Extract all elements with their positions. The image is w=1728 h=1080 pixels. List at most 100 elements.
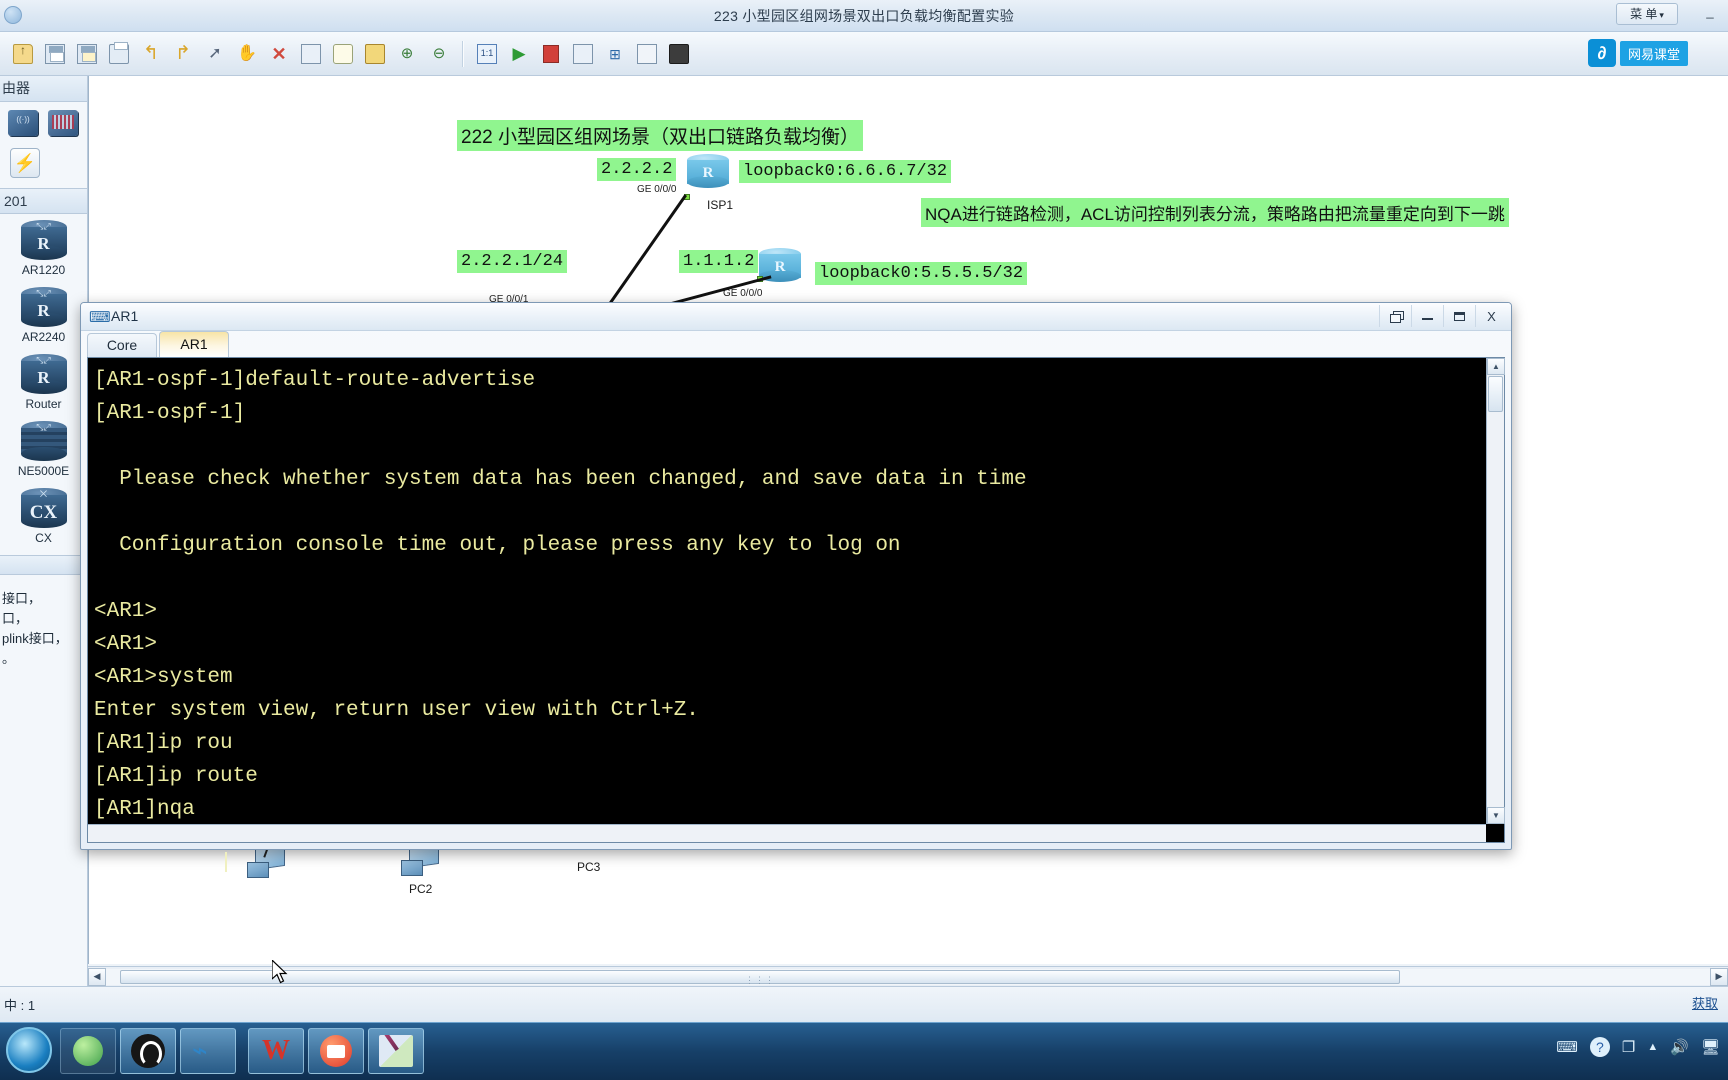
terminal-container[interactable]: [AR1-ospf-1]default-route-advertise [AR1… (87, 357, 1505, 903)
node-isp1[interactable]: R (687, 154, 729, 192)
pc2-label: PC2 (409, 882, 433, 896)
node-isp1-label: ISP1 (707, 198, 734, 212)
tab-ar1[interactable]: AR1 (159, 331, 229, 357)
taskbar-ensp[interactable]: ⌁ (180, 1028, 236, 1074)
add-text-icon[interactable] (360, 39, 390, 69)
tab-core[interactable]: Core (87, 333, 157, 357)
tray-network-icon[interactable]: 🖥 (1701, 1038, 1720, 1056)
restore-button[interactable] (1379, 305, 1411, 327)
taskbar-recorder[interactable] (308, 1028, 364, 1074)
wps-icon: W (262, 1035, 290, 1066)
iface-isp1-ge000: GE 0/0/0 (637, 184, 677, 195)
device-sidebar: 由器 ⚡ 201 ⤡⤢R AR1220 ⤡⤢R (0, 76, 88, 1022)
topology-tree-icon[interactable]: ⊞ (600, 39, 630, 69)
sidebar-description: 接口， 口， plink接口， 。 (0, 575, 87, 669)
diagram-title-label: 222 小型园区组网场景（双出口链路负载均衡） (457, 120, 863, 151)
save-as-icon[interactable] (72, 39, 102, 69)
zoom-reset-icon[interactable]: 1:1 (472, 39, 502, 69)
ensp-main-window: 223 小型园区组网场景双出口负载均衡配置实验 菜 单▾ _ ↰ ↱ ➚ ✋ ✕… (0, 0, 1728, 1022)
scroll-right-icon[interactable]: ▶ (1710, 967, 1728, 986)
sidebar-item-label: Router (25, 397, 62, 411)
sidebar-item-router[interactable]: ⤡⤢ R Router (0, 354, 87, 411)
app-minimize-button[interactable]: _ (1702, 5, 1718, 20)
screen-root: 223 小型园区组网场景双出口负载均衡配置实验 菜 单▾ _ ↰ ↱ ➚ ✋ ✕… (0, 0, 1728, 1080)
sidebar-top-icons (0, 102, 87, 136)
watermark-text: 网易课堂 (1620, 40, 1689, 66)
tray-show-hidden-icon[interactable]: ▲ (1647, 1041, 1658, 1053)
label-ar1-ge001: 2.2.2.1/24 (457, 250, 568, 273)
router-icon: ⤡⤢ R (20, 354, 67, 396)
pc-icon[interactable] (247, 836, 287, 880)
close-button[interactable]: X (1475, 305, 1507, 327)
start-all-icon[interactable]: ▶ (504, 39, 534, 69)
zoom-out-icon[interactable]: ⊖ (424, 39, 454, 69)
sidebar-description-line: 。 (2, 651, 16, 666)
console-title-icon: ⌨ (89, 309, 111, 326)
taskbar-start[interactable] (6, 1027, 52, 1073)
label-isp1-ip: 2.2.2.2 (597, 158, 677, 181)
vscroll-thumb[interactable] (1488, 376, 1503, 412)
add-note-icon[interactable] (328, 39, 358, 69)
taskbar-obs[interactable] (120, 1028, 176, 1074)
tray-windows-icon[interactable]: ❐ (1622, 1038, 1635, 1056)
terminal-hscrollbar[interactable] (88, 824, 1486, 842)
sidebar-item-ar1220[interactable]: ⤡⤢ R AR1220 (0, 220, 87, 277)
sidebar-item-label: AR2240 (21, 330, 66, 344)
scroll-up-icon[interactable]: ▲ (1487, 358, 1505, 375)
print-icon[interactable] (104, 39, 134, 69)
canvas-hscrollbar[interactable]: ◀ ⋮⋮⋮ ▶ (88, 966, 1728, 986)
tray-volume-icon[interactable]: 🔊 (1670, 1038, 1689, 1056)
terminal-vscrollbar[interactable]: ▲ ▼ (1486, 358, 1505, 824)
taskbar-wps[interactable]: W (248, 1028, 304, 1074)
sidebar-item-label: NE5000E (17, 464, 70, 478)
toolbar-separator (462, 40, 464, 67)
capture-icon[interactable] (568, 39, 598, 69)
sidebar-description-line: plink接口， (2, 631, 68, 646)
ensp-icon: ⌁ (192, 1035, 208, 1065)
console-titlebar[interactable]: ⌨ AR1 X (81, 303, 1511, 331)
chevron-down-icon: ▾ (1659, 10, 1664, 20)
menu-button[interactable]: 菜 单 ▾ (1616, 3, 1678, 25)
hscroll-thumb[interactable]: ⋮⋮⋮ (120, 969, 1400, 985)
grid-icon[interactable] (632, 39, 662, 69)
pan-hand-icon[interactable]: ✋ (232, 39, 262, 69)
scroll-left-icon[interactable]: ◀ (88, 967, 106, 986)
minimize-button[interactable] (1411, 305, 1443, 327)
device-manager-icon[interactable] (664, 39, 694, 69)
select-pointer-icon[interactable]: ➚ (200, 39, 230, 69)
status-right-link[interactable]: 获取 (1692, 993, 1718, 1012)
taskbar-paint[interactable] (368, 1028, 424, 1074)
undo-icon[interactable]: ↰ (136, 39, 166, 69)
watermark-badge: ∂ 网易课堂 (1588, 38, 1712, 68)
delete-icon[interactable]: ✕ (264, 39, 294, 69)
sidebar-header: 由器 (0, 76, 87, 102)
delete-link-icon[interactable] (296, 39, 326, 69)
maximize-button[interactable] (1443, 305, 1475, 327)
sidebar-item-cx[interactable]: ⨉ CX CX (0, 488, 87, 545)
tray-help-icon[interactable]: ? (1589, 1037, 1610, 1057)
label-isp2-ip: 1.1.1.2 (679, 250, 759, 273)
hscroll-track[interactable]: ⋮⋮⋮ (106, 968, 1710, 985)
console-tabs: Core AR1 (87, 331, 231, 357)
taskbar-browser[interactable] (60, 1028, 116, 1074)
wireless-ap-icon[interactable] (8, 110, 38, 136)
zoom-in-icon[interactable]: ⊕ (392, 39, 422, 69)
bolt-icon[interactable]: ⚡ (10, 148, 40, 178)
terminal-output[interactable]: [AR1-ospf-1]default-route-advertise [AR1… (88, 358, 1486, 824)
recorder-icon (320, 1035, 352, 1067)
redo-icon[interactable]: ↱ (168, 39, 198, 69)
status-left-text: 中 : 1 (4, 998, 36, 1013)
node-isp2[interactable]: R (759, 248, 801, 286)
sidebar-item-ar2240[interactable]: ⤡⤢ R AR2240 (0, 287, 87, 344)
stop-all-icon[interactable] (536, 39, 566, 69)
sidebar-item-ne5000e[interactable]: ⤡⤢ NE5000E (0, 421, 87, 478)
ar1-console-window[interactable]: ⌨ AR1 X Core AR1 [AR1-ospf-1]default-rou… (80, 302, 1512, 903)
console-window-title: AR1 (111, 308, 139, 324)
sidebar-section-label: 201 (0, 188, 87, 214)
switch-icon[interactable] (48, 110, 78, 136)
tray-keyboard-icon[interactable]: ⌨ (1556, 1038, 1578, 1056)
router-icon: ⤡⤢ R (20, 220, 67, 262)
open-file-icon[interactable] (8, 39, 38, 69)
scroll-down-icon[interactable]: ▼ (1487, 807, 1505, 824)
save-icon[interactable] (40, 39, 70, 69)
